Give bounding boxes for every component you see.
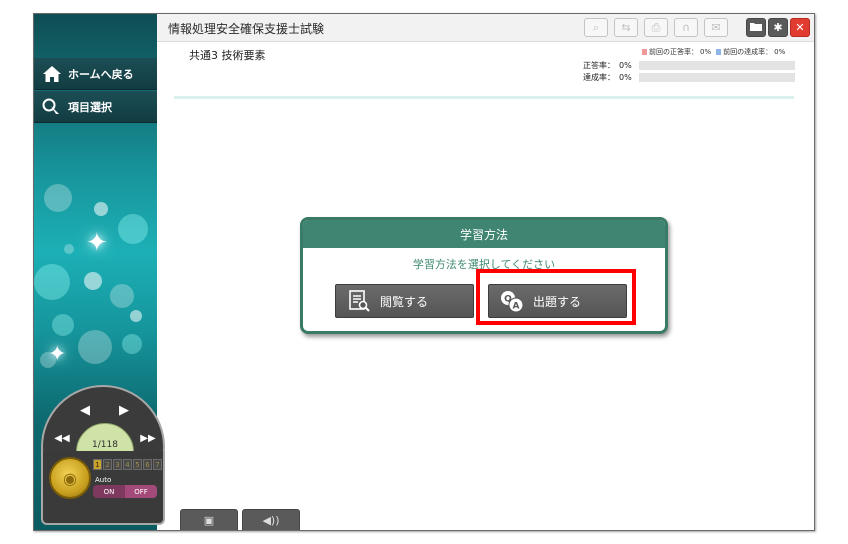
- decor-bokeh: [64, 244, 74, 254]
- sparkle-icon: ✦: [48, 342, 67, 367]
- swap-icon: ⇆: [621, 21, 631, 34]
- headphones-icon: ∩: [681, 21, 691, 34]
- player-widget: ◀ ▶ ◀◀ ▶▶ 1/118 ◉ 1 2 3 4 5 6 7 Auto ON …: [41, 385, 165, 525]
- legend-prev-achieve-value: 0%: [774, 48, 786, 56]
- print-icon: ⎙: [651, 20, 661, 34]
- title-bar: 情報処理安全確保支援士試験 ⌕ ⇆ ⎙ ∩ ✉ ✱ ✕: [157, 14, 814, 42]
- legend-prev-correct: 前回の正答率：: [649, 48, 698, 56]
- pointer-icon: [42, 98, 62, 116]
- speed-cell[interactable]: 6: [143, 459, 152, 470]
- search-icon: ⌕: [592, 20, 600, 34]
- mail-icon: ✉: [711, 21, 721, 34]
- browse-button[interactable]: 閲覧する: [335, 284, 474, 318]
- auto-toggle[interactable]: ON OFF: [93, 485, 157, 498]
- speed-cell[interactable]: 2: [103, 459, 112, 470]
- speed-cell[interactable]: 5: [133, 459, 142, 470]
- rewind-icon: ◀◀: [54, 432, 70, 444]
- fast-forward-icon: ▶▶: [140, 432, 156, 444]
- decor-bokeh: [122, 334, 142, 354]
- decor-bokeh: [44, 184, 72, 212]
- speaker-icon: ◀)): [262, 514, 280, 527]
- speed-cell[interactable]: 7: [153, 459, 162, 470]
- auto-label: Auto: [95, 476, 112, 484]
- toggle-off[interactable]: OFF: [125, 485, 157, 498]
- audio-button[interactable]: ∩: [674, 18, 698, 37]
- browse-button-label: 閲覧する: [380, 294, 429, 309]
- home-icon: [42, 65, 62, 83]
- legend-blue-swatch: [716, 49, 722, 55]
- achieve-rate-label: 達成率：: [583, 73, 615, 82]
- close-icon: ✕: [795, 21, 805, 34]
- achieve-rate-value: 0%: [619, 73, 632, 82]
- achieve-rate-bar: [638, 73, 795, 82]
- speed-cell[interactable]: 4: [123, 459, 132, 470]
- save-icon: ▣: [203, 514, 215, 527]
- dialog-title: 学習方法: [303, 220, 665, 248]
- legend-red-swatch: [642, 49, 647, 55]
- correct-rate-value: 0%: [619, 61, 632, 70]
- settings-button[interactable]: ✱: [768, 18, 788, 37]
- speed-cell[interactable]: 3: [113, 459, 122, 470]
- decor-bokeh: [110, 284, 134, 308]
- last-button[interactable]: ▶▶: [135, 427, 161, 449]
- document-search-icon: [346, 289, 372, 313]
- sparkle-icon: ✦: [86, 228, 108, 258]
- bottom-tab-save[interactable]: ▣: [180, 509, 238, 530]
- speaker-icon: ◉: [63, 468, 77, 488]
- search-button[interactable]: ⌕: [584, 18, 608, 37]
- decor-bokeh: [78, 330, 112, 364]
- folder-button[interactable]: [746, 18, 766, 37]
- legend-prev-correct-value: 0%: [700, 48, 712, 56]
- close-button[interactable]: ✕: [790, 18, 810, 37]
- folder-icon: [750, 21, 762, 34]
- correct-rate-row: 正答率： 0%: [583, 60, 795, 71]
- decor-bokeh: [94, 202, 108, 216]
- toggle-on[interactable]: ON: [93, 485, 125, 498]
- first-button[interactable]: ◀◀: [49, 427, 75, 449]
- item-select-button[interactable]: 項目選択: [34, 91, 157, 123]
- decor-bokeh: [34, 264, 70, 300]
- gear-icon: ✱: [773, 21, 783, 34]
- highlight-box: [476, 269, 636, 325]
- correct-rate-bar: [638, 61, 795, 70]
- arrow-right-icon: ▶: [119, 402, 129, 418]
- legend-prev-achieve: 前回の達成率：: [723, 48, 773, 56]
- prev-button[interactable]: ◀: [68, 397, 102, 423]
- correct-rate-label: 正答率：: [583, 61, 615, 70]
- app-title: 情報処理安全確保支援士試験: [168, 22, 325, 36]
- speed-selector: 1 2 3 4 5 6 7: [93, 459, 162, 470]
- next-button[interactable]: ▶: [107, 397, 141, 423]
- header-divider: [174, 96, 794, 99]
- auto-play-panel: ◉ 1 2 3 4 5 6 7 Auto ON OFF: [41, 451, 165, 525]
- bottom-tab-sound[interactable]: ◀)): [242, 509, 300, 530]
- subject-title: 共通3 技術要素: [189, 49, 266, 62]
- print-button[interactable]: ⎙: [644, 18, 668, 37]
- decor-bokeh: [52, 314, 74, 336]
- speed-cell[interactable]: 1: [93, 459, 102, 470]
- achieve-rate-row: 達成率： 0%: [583, 72, 795, 83]
- arrow-left-icon: ◀: [80, 402, 90, 418]
- item-select-label: 項目選択: [68, 100, 112, 114]
- swap-button[interactable]: ⇆: [614, 18, 638, 37]
- home-button-label: ホームへ戻る: [68, 67, 134, 81]
- mail-button[interactable]: ✉: [704, 18, 728, 37]
- rate-legend: 前回の正答率： 0% 前回の達成率： 0%: [642, 47, 785, 57]
- decor-bokeh: [84, 272, 102, 290]
- home-button[interactable]: ホームへ戻る: [34, 58, 157, 90]
- auto-play-knob[interactable]: ◉: [49, 457, 91, 499]
- decor-bokeh: [118, 214, 148, 244]
- decor-bokeh: [130, 310, 142, 322]
